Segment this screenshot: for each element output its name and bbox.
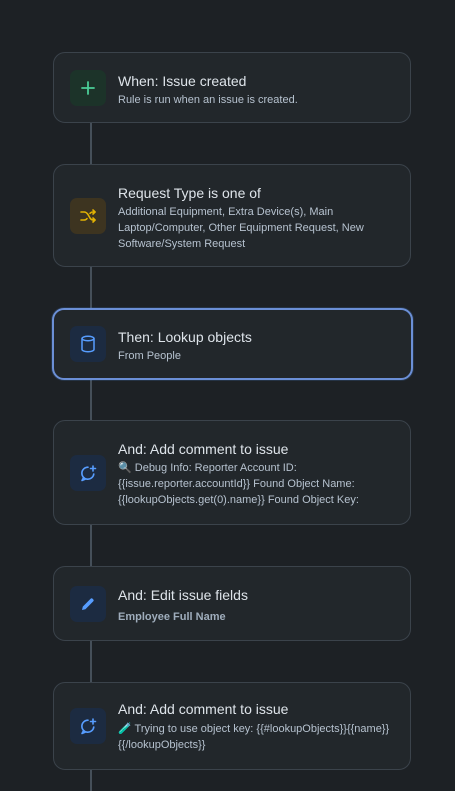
plus-icon <box>70 70 106 106</box>
flow-connector <box>90 267 92 309</box>
rule-step-add-comment[interactable]: And: Add comment to issue 🧪 Trying to us… <box>53 682 411 770</box>
rule-step-trigger[interactable]: When: Issue created Rule is run when an … <box>53 52 411 123</box>
rule-step-condition[interactable]: Request Type is one of Additional Equipm… <box>53 164 411 267</box>
step-description: 🔍 Debug Info: Reporter Account ID: {{iss… <box>118 462 359 506</box>
add-comment-icon <box>70 455 106 491</box>
step-title: And: Edit issue fields <box>118 587 248 603</box>
flow-connector <box>90 525 92 567</box>
step-title: Then: Lookup objects <box>118 329 252 345</box>
rule-step-add-comment[interactable]: And: Add comment to issue 🔍 Debug Info: … <box>53 420 411 525</box>
step-description: Additional Equipment, Extra Device(s), M… <box>118 206 364 250</box>
rule-step-edit-fields[interactable]: And: Edit issue fields Employee Full Nam… <box>53 566 411 641</box>
step-title: And: Add comment to issue <box>118 701 289 717</box>
step-title: When: Issue created <box>118 73 247 89</box>
flow-connector <box>90 123 92 165</box>
step-title: And: Add comment to issue <box>118 441 289 457</box>
step-description: From People <box>118 350 181 362</box>
shuffle-icon <box>70 198 106 234</box>
flow-connector <box>90 641 92 683</box>
database-icon <box>70 326 106 362</box>
step-description: 🧪 Trying to use object key: {{#lookupObj… <box>118 723 390 751</box>
step-description: Rule is run when an issue is created. <box>118 94 298 106</box>
step-description: Employee Full Name <box>118 611 226 623</box>
pencil-icon <box>70 586 106 622</box>
rule-step-lookup-objects[interactable]: Then: Lookup objects From People <box>52 308 413 380</box>
add-comment-icon <box>70 708 106 744</box>
step-title: Request Type is one of <box>118 185 261 201</box>
flow-connector <box>90 770 92 791</box>
flow-connector <box>90 379 92 421</box>
